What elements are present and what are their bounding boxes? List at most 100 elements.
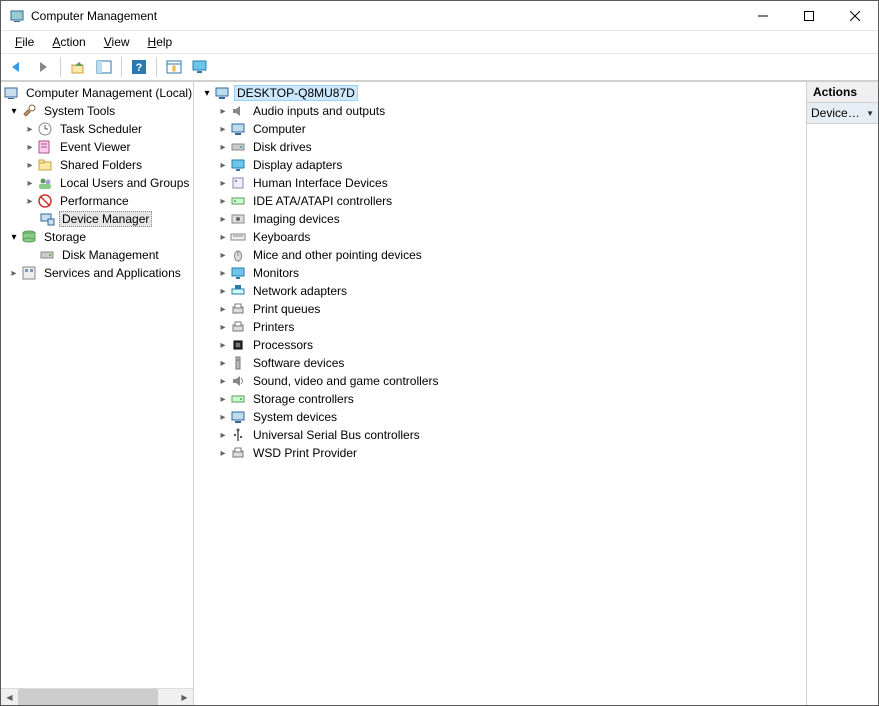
properties-button[interactable] xyxy=(162,56,186,78)
shared-folder-icon xyxy=(37,157,53,173)
expander-icon[interactable]: ▸ xyxy=(216,284,230,298)
scroll-thumb[interactable] xyxy=(18,689,158,705)
scroll-track[interactable] xyxy=(18,689,176,705)
expander-icon[interactable]: ▸ xyxy=(216,374,230,388)
expander-icon[interactable]: ▸ xyxy=(216,338,230,352)
forward-button[interactable] xyxy=(31,56,55,78)
tree-device-manager[interactable]: Device Manager xyxy=(1,210,193,228)
device-category[interactable]: ▸Keyboards xyxy=(194,228,806,246)
device-category-label: Human Interface Devices xyxy=(250,175,391,191)
device-category[interactable]: ▸Printers xyxy=(194,318,806,336)
up-button[interactable] xyxy=(66,56,90,78)
device-category[interactable]: ▸Computer xyxy=(194,120,806,138)
back-button[interactable] xyxy=(5,56,29,78)
expander-icon[interactable]: ▸ xyxy=(23,158,37,172)
expander-icon[interactable]: ▸ xyxy=(216,176,230,190)
device-category-label: Monitors xyxy=(250,265,302,281)
users-icon xyxy=(37,175,53,191)
expander-icon[interactable]: ▸ xyxy=(216,248,230,262)
expander-icon[interactable]: ▸ xyxy=(216,194,230,208)
tree-performance[interactable]: ▸ Performance xyxy=(1,192,193,210)
expander-icon[interactable]: ▸ xyxy=(216,104,230,118)
device-category[interactable]: ▸Display adapters xyxy=(194,156,806,174)
device-category[interactable]: ▸Universal Serial Bus controllers xyxy=(194,426,806,444)
tree-label: Storage xyxy=(41,229,89,245)
expander-icon[interactable]: ▸ xyxy=(216,392,230,406)
expander-icon[interactable]: ▸ xyxy=(216,122,230,136)
menu-file[interactable]: File xyxy=(7,33,42,51)
monitor-button[interactable] xyxy=(188,56,212,78)
expander-icon[interactable]: ▸ xyxy=(216,356,230,370)
tree-root[interactable]: Computer Management (Local) xyxy=(1,84,193,102)
device-category[interactable]: ▸ Human Interface Devices xyxy=(194,174,806,192)
device-category[interactable]: ▸Imaging devices xyxy=(194,210,806,228)
device-category[interactable]: ▸IDE ATA/ATAPI controllers xyxy=(194,192,806,210)
expander-icon[interactable]: ▸ xyxy=(216,230,230,244)
device-category-label: Disk drives xyxy=(250,139,315,155)
expander-icon[interactable]: ▸ xyxy=(7,266,21,280)
toolbar-divider xyxy=(156,57,157,77)
device-category-label: Print queues xyxy=(250,301,323,317)
device-tree[interactable]: ▾ DESKTOP-Q8MU87D ▸ Audio inputs and outp… xyxy=(194,82,806,705)
tree-local-users[interactable]: ▸ Local Users and Groups xyxy=(1,174,193,192)
device-category[interactable]: ▸Software devices xyxy=(194,354,806,372)
close-button[interactable] xyxy=(832,1,878,30)
computer-icon xyxy=(230,121,246,137)
device-root[interactable]: ▾ DESKTOP-Q8MU87D xyxy=(194,84,806,102)
tree-label: System Tools xyxy=(41,103,118,119)
tree-task-scheduler[interactable]: ▸ Task Scheduler xyxy=(1,120,193,138)
minimize-button[interactable] xyxy=(740,1,786,30)
expander-icon[interactable]: ▸ xyxy=(216,446,230,460)
scroll-right-icon[interactable]: ▶ xyxy=(176,689,193,706)
network-icon xyxy=(230,283,246,299)
tree-system-tools[interactable]: ▾ System Tools xyxy=(1,102,193,120)
tree-shared-folders[interactable]: ▸ Shared Folders xyxy=(1,156,193,174)
menu-view[interactable]: View xyxy=(96,33,138,51)
expander-icon[interactable]: ▾ xyxy=(200,86,214,100)
device-category[interactable]: ▸Storage controllers xyxy=(194,390,806,408)
expander-icon[interactable]: ▸ xyxy=(216,410,230,424)
storage-icon xyxy=(21,229,37,245)
expander-icon[interactable]: ▸ xyxy=(216,158,230,172)
maximize-button[interactable] xyxy=(786,1,832,30)
expander-icon[interactable]: ▾ xyxy=(7,104,21,118)
actions-item[interactable]: Device Ma... ▼ xyxy=(807,103,878,124)
expander-icon[interactable]: ▸ xyxy=(216,428,230,442)
device-category[interactable]: ▸ Disk drives xyxy=(194,138,806,156)
device-category[interactable]: ▸Sound, video and game controllers xyxy=(194,372,806,390)
menu-help[interactable]: Help xyxy=(140,33,181,51)
device-category[interactable]: ▸System devices xyxy=(194,408,806,426)
expander-icon[interactable]: ▸ xyxy=(216,212,230,226)
tree-label: Disk Management xyxy=(59,247,162,263)
expander-icon[interactable]: ▸ xyxy=(23,122,37,136)
expander-icon[interactable]: ▾ xyxy=(7,230,21,244)
device-category[interactable]: ▸ Print queues xyxy=(194,300,806,318)
expander-icon[interactable]: ▸ xyxy=(23,140,37,154)
device-category[interactable]: ▸ Monitors xyxy=(194,264,806,282)
device-category-label: Audio inputs and outputs xyxy=(250,103,388,119)
tree-services-apps[interactable]: ▸ Services and Applications xyxy=(1,264,193,282)
expander-icon[interactable]: ▸ xyxy=(23,194,37,208)
device-category[interactable]: ▸ Audio inputs and outputs xyxy=(194,102,806,120)
device-category[interactable]: ▸Processors xyxy=(194,336,806,354)
disk-icon xyxy=(39,247,55,263)
device-category[interactable]: ▸Mice and other pointing devices xyxy=(194,246,806,264)
expander-icon[interactable]: ▸ xyxy=(216,302,230,316)
device-category[interactable]: ▸WSD Print Provider xyxy=(194,444,806,462)
tree-storage[interactable]: ▾ Storage xyxy=(1,228,193,246)
device-category[interactable]: ▸Network adapters xyxy=(194,282,806,300)
show-hide-tree-button[interactable] xyxy=(92,56,116,78)
tree-disk-management[interactable]: Disk Management xyxy=(1,246,193,264)
app-icon xyxy=(9,8,25,24)
console-tree[interactable]: Computer Management (Local) ▾ System Too… xyxy=(1,82,193,688)
horizontal-scrollbar[interactable]: ◀ ▶ xyxy=(1,688,193,705)
help-button[interactable]: ? xyxy=(127,56,151,78)
toolbar-divider xyxy=(60,57,61,77)
menu-action[interactable]: Action xyxy=(44,33,93,51)
expander-icon[interactable]: ▸ xyxy=(216,320,230,334)
tree-event-viewer[interactable]: ▸ Event Viewer xyxy=(1,138,193,156)
expander-icon[interactable]: ▸ xyxy=(23,176,37,190)
expander-icon[interactable]: ▸ xyxy=(216,266,230,280)
expander-icon[interactable]: ▸ xyxy=(216,140,230,154)
scroll-left-icon[interactable]: ◀ xyxy=(1,689,18,706)
